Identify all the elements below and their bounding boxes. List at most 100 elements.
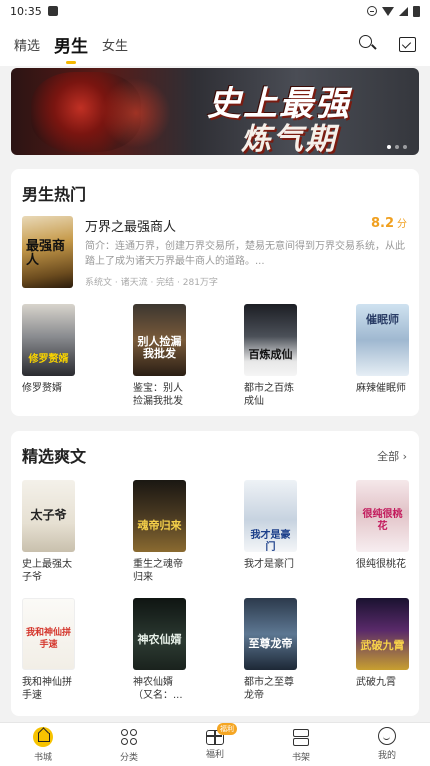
book-item[interactable]: 很纯很桃花 很纯很桃花 — [356, 480, 409, 571]
cover-text: 我才是豪门 — [250, 530, 291, 552]
nav-label: 书城 — [33, 753, 52, 763]
status-icons — [367, 5, 420, 17]
nav-welfare[interactable]: 福利 福利 — [187, 723, 243, 760]
status-bar: 10:35 — [0, 0, 430, 22]
banner-dot — [403, 145, 407, 149]
battery-icon — [413, 5, 420, 17]
book-cover[interactable]: 别人捡漏我批发 — [133, 304, 186, 376]
cover-text: 修罗赘婿 — [28, 354, 69, 366]
cover-text: 太子爷 — [30, 507, 67, 522]
book-cover[interactable]: 修罗赘婿 — [22, 304, 75, 376]
nav-category[interactable]: 分类 — [101, 727, 157, 763]
book-item[interactable]: 别人捡漏我批发 鉴宝：别人捡漏我批发 — [133, 304, 186, 408]
home-icon — [33, 727, 53, 747]
book-title[interactable]: 鉴宝：别人捡漏我批发 — [133, 382, 191, 408]
book-cover[interactable]: 魂帝归来 — [133, 480, 186, 552]
nav-bookstore[interactable]: 书城 — [15, 727, 71, 763]
book-item[interactable]: 我才是豪门 我才是豪门 — [244, 480, 297, 571]
profile-icon — [378, 727, 396, 745]
banner-dot — [387, 145, 391, 149]
book-item[interactable]: 至尊龙帝 都市之至尊龙帝 — [244, 598, 297, 702]
section-title: 男生热门 — [22, 185, 87, 204]
book-title[interactable]: 麻辣催眠师 — [356, 382, 414, 395]
nav-label: 福利 — [205, 750, 224, 760]
book-cover[interactable]: 百炼成仙 — [244, 304, 297, 376]
featured-book-description: 简介：连通万界，创建万界交易所，楚易无意间得到万界交易系统，从此踏上了成为诸天万… — [85, 241, 405, 267]
nav-label: 分类 — [119, 753, 138, 763]
featured-book-title[interactable]: 万界之最强商人 — [85, 216, 176, 235]
tab-male[interactable]: 男生 — [54, 32, 88, 64]
category-icon — [119, 727, 139, 747]
featured-book-cover[interactable]: 最强商人 — [22, 216, 73, 288]
tab-female[interactable]: 女生 — [102, 35, 128, 54]
nav-label: 书架 — [291, 753, 310, 763]
cover-text: 催眠师 — [366, 313, 399, 327]
cover-text: 我和神仙拼手速 — [25, 628, 71, 650]
book-cover[interactable]: 我和神仙拼手速 — [22, 598, 75, 670]
section-title: 精选爽文 — [22, 447, 87, 466]
book-item[interactable]: 百炼成仙 都市之百炼成仙 — [244, 304, 297, 408]
nav-bookshelf[interactable]: 书架 — [273, 727, 329, 763]
score-value: 8.2 — [370, 216, 394, 231]
wifi-icon — [382, 6, 394, 16]
book-cover[interactable]: 很纯很桃花 — [356, 480, 409, 552]
chevron-right-icon: › — [402, 450, 407, 463]
book-cover[interactable]: 太子爷 — [22, 480, 75, 552]
book-item[interactable]: 魂帝归来 重生之魂帝归来 — [133, 480, 186, 584]
cover-text: 至尊龙帝 — [248, 636, 293, 650]
featured-book-meta: 系统文 · 诸天流 · 完结 · 281万字 — [85, 278, 218, 288]
book-title[interactable]: 修罗赘婿 — [22, 382, 80, 395]
tab-featured[interactable]: 精选 — [14, 35, 40, 54]
hot-section: 男生热门 最强商人 万界之最强商人 8.2 分 简介：连通万界，创建万界交易所，楚… — [11, 169, 419, 416]
book-title[interactable]: 我才是豪门 — [244, 558, 302, 571]
cover-text: 神农仙婿 — [137, 633, 182, 646]
book-item[interactable]: 我和神仙拼手速 我和神仙拼手速 — [22, 598, 75, 702]
notification-icon — [47, 6, 58, 16]
nav-profile[interactable]: 我的 — [359, 727, 415, 761]
book-title[interactable]: 很纯很桃花 — [356, 558, 414, 571]
book-title[interactable]: 重生之魂帝归来 — [133, 558, 191, 584]
view-all-label: 全部 — [377, 450, 400, 463]
book-title[interactable]: 史上最强太子爷 — [22, 558, 80, 584]
search-icon[interactable] — [356, 32, 378, 54]
cover-text: 魂帝归来 — [137, 519, 182, 533]
book-item[interactable]: 武破九霄 武破九霄 — [356, 598, 409, 689]
score-unit: 分 — [397, 219, 407, 230]
book-item[interactable]: 修罗赘婿 修罗赘婿 — [22, 304, 75, 395]
book-title[interactable]: 我和神仙拼手速 — [22, 676, 80, 702]
cover-text: 武破九霄 — [360, 638, 405, 652]
book-title[interactable]: 都市之百炼成仙 — [244, 382, 302, 408]
bottom-nav: 书城 分类 福利 福利 书架 我的 — [0, 722, 430, 766]
book-title[interactable]: 武破九霄 — [356, 676, 414, 689]
signal-icon — [399, 6, 408, 16]
top-nav: 精选 男生 女生 — [0, 22, 430, 66]
book-title[interactable]: 都市之至尊龙帝 — [244, 676, 302, 702]
cover-text: 很纯很桃花 — [362, 508, 403, 532]
status-time: 10:35 — [10, 4, 42, 18]
banner-pagination — [387, 145, 407, 149]
banner-glow — [101, 78, 171, 148]
book-cover[interactable]: 武破九霄 — [356, 598, 409, 670]
bookshelf-icon — [291, 727, 311, 747]
featured-book-score: 8.2 分 — [371, 215, 407, 231]
welfare-badge: 福利 — [217, 723, 237, 735]
promo-banner[interactable]: 史上最强 炼气期 — [11, 68, 419, 155]
cover-text: 百炼成仙 — [248, 347, 293, 361]
cover-text: 最强商人 — [26, 239, 66, 268]
dnd-icon — [367, 6, 377, 16]
nav-label: 我的 — [377, 751, 396, 761]
book-cover[interactable]: 我才是豪门 — [244, 480, 297, 552]
book-title[interactable]: 神农仙婿（又名：... — [133, 676, 191, 702]
book-cover[interactable]: 神农仙婿 — [133, 598, 186, 670]
book-cover[interactable]: 催眠师 — [356, 304, 409, 376]
banner-dot — [395, 145, 399, 149]
book-cover[interactable]: 至尊龙帝 — [244, 598, 297, 670]
view-all-link[interactable]: 全部 › — [377, 448, 407, 464]
cover-text: 别人捡漏我批发 — [137, 334, 182, 360]
book-item[interactable]: 催眠师 麻辣催眠师 — [356, 304, 409, 395]
checkin-icon[interactable] — [396, 32, 418, 54]
picks-section: 精选爽文 全部 › 太子爷 史上最强太子爷 魂帝归来 重生之魂帝归来 我才是豪门… — [11, 431, 419, 716]
book-item[interactable]: 神农仙婿 神农仙婿（又名：... — [133, 598, 186, 702]
book-item[interactable]: 太子爷 史上最强太子爷 — [22, 480, 75, 584]
banner-title-line2: 炼气期 — [241, 122, 337, 155]
